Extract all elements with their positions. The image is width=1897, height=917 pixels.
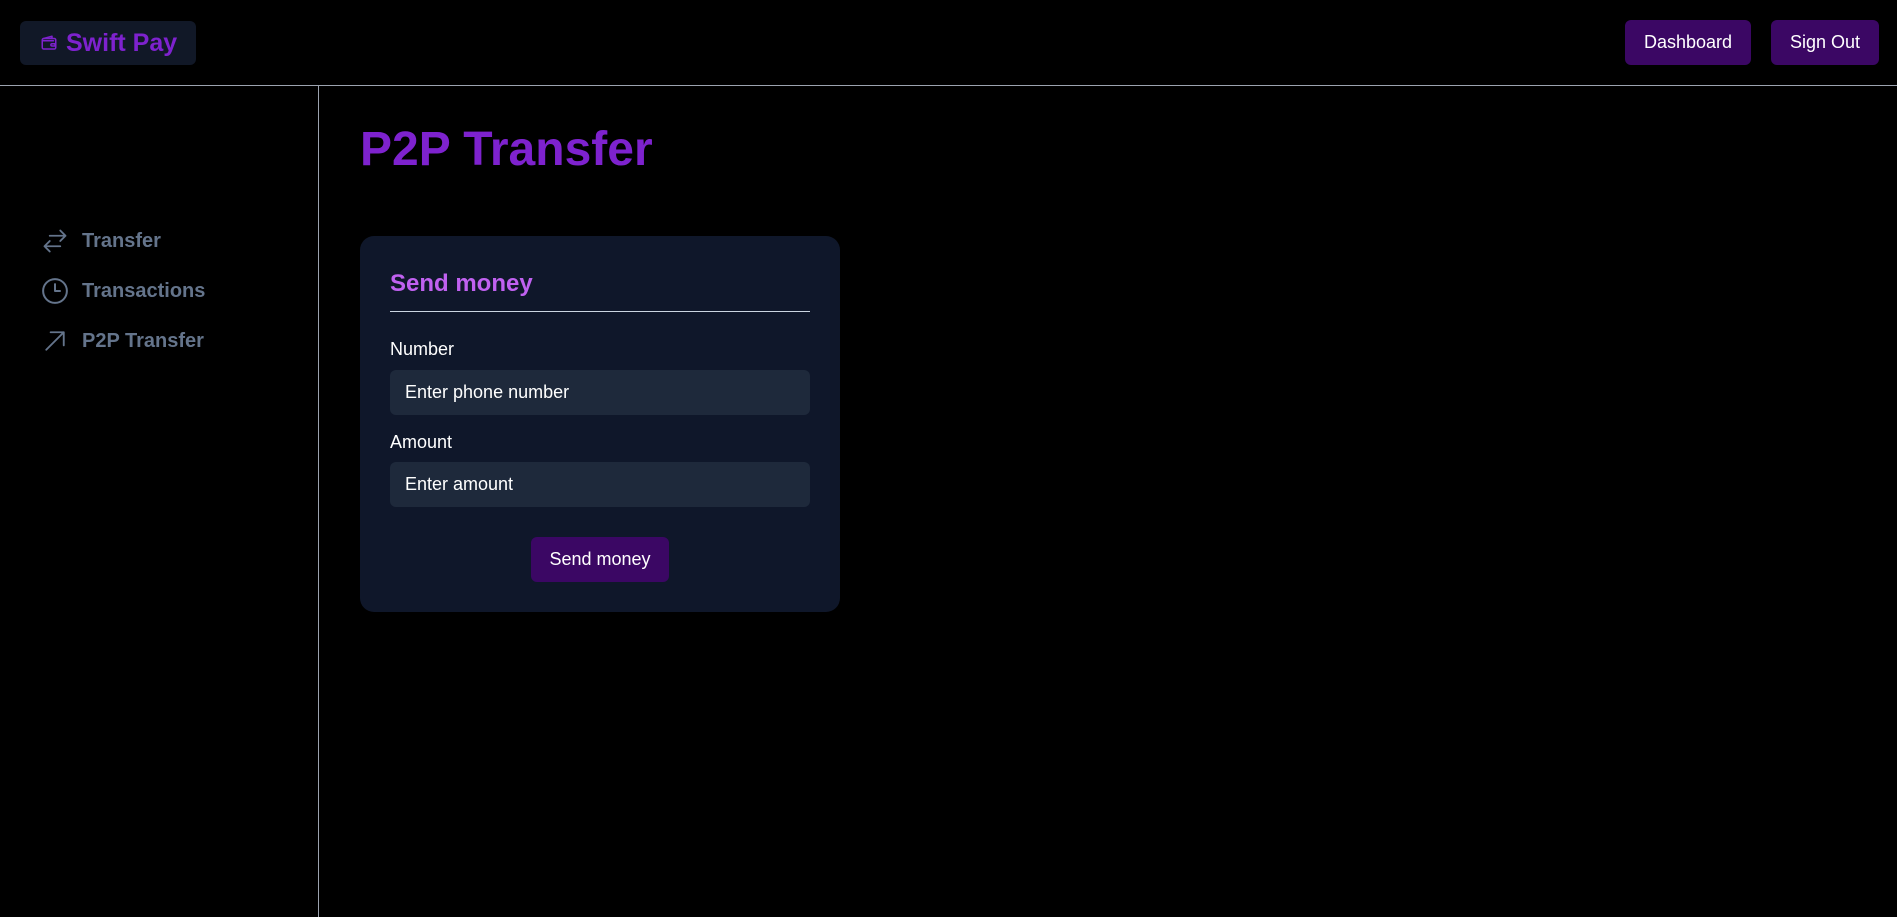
card-title: Send money xyxy=(390,270,533,297)
dashboard-button[interactable]: Dashboard xyxy=(1625,20,1751,65)
sidebar-item-label: Transfer xyxy=(82,229,161,252)
page-title: P2P Transfer xyxy=(360,123,653,176)
amount-input[interactable] xyxy=(390,462,810,507)
brand-logo[interactable]: Swift Pay xyxy=(20,21,196,65)
card-divider xyxy=(390,311,810,312)
wallet-icon xyxy=(40,33,60,53)
amount-label: Amount xyxy=(390,432,453,452)
phone-number-input[interactable] xyxy=(390,370,810,415)
arrow-up-right-icon xyxy=(40,326,70,356)
send-money-card: Send money Number Amount Send money xyxy=(360,236,840,612)
sidebar-item-p2p-transfer[interactable]: P2P Transfer xyxy=(40,324,300,358)
clock-icon xyxy=(40,276,70,306)
arrows-left-right-icon xyxy=(40,226,70,256)
sidebar: Transfer Transactions P2P Transfer xyxy=(0,86,319,917)
sidebar-item-transfer[interactable]: Transfer xyxy=(40,224,300,258)
top-bar: Swift Pay Dashboard Sign Out xyxy=(0,0,1897,86)
send-money-button[interactable]: Send money xyxy=(531,537,669,582)
number-label: Number xyxy=(390,339,455,359)
sidebar-item-label: Transactions xyxy=(82,279,206,302)
sidebar-item-label: P2P Transfer xyxy=(82,329,204,352)
brand-name: Swift Pay xyxy=(66,28,178,57)
sidebar-item-transactions[interactable]: Transactions xyxy=(40,274,300,308)
sign-out-button[interactable]: Sign Out xyxy=(1771,20,1879,65)
